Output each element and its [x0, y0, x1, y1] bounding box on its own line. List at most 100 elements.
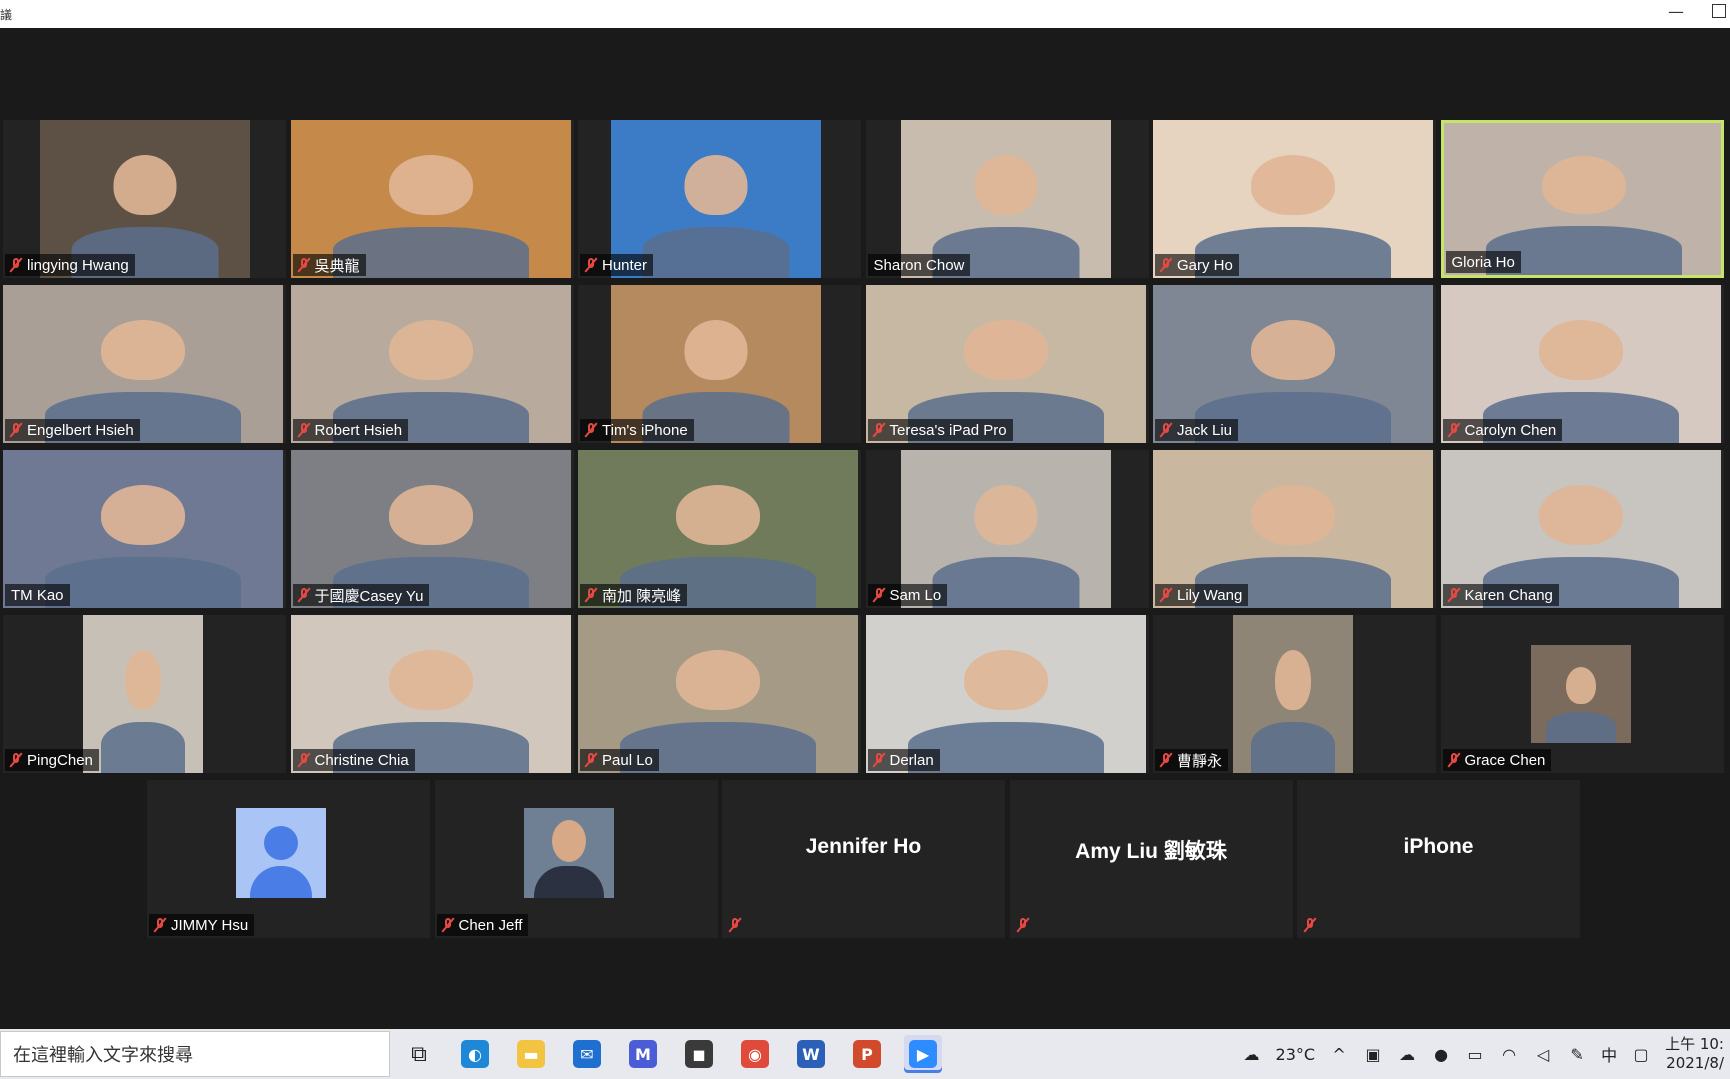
meet-icon[interactable]: ▣	[1363, 1043, 1383, 1065]
participant-tile[interactable]: Robert Hsieh	[290, 285, 574, 443]
participant-name: Gary Ho	[1177, 256, 1233, 274]
participant-tile[interactable]: lingying Hwang	[3, 120, 286, 278]
participant-nametag: Sharon Chow	[867, 254, 971, 276]
muted-mic-icon	[297, 752, 311, 768]
muted-mic-icon	[297, 257, 311, 273]
microphone-icon[interactable]: ●	[1431, 1043, 1451, 1065]
weather-icon[interactable]: ☁	[1242, 1043, 1262, 1065]
weather-temp[interactable]: 23°C	[1276, 1045, 1316, 1064]
participant-tile[interactable]: Engelbert Hsieh	[3, 285, 286, 443]
participant-nametag: TM Kao	[5, 584, 70, 606]
clock[interactable]: 上午 10: 2021/8/	[1665, 1035, 1724, 1073]
avatar-head-icon	[264, 826, 298, 860]
muted-mic-icon	[9, 257, 23, 273]
participant-face	[1251, 319, 1335, 380]
participant-tile[interactable]: 曹靜永	[1153, 615, 1436, 773]
participant-face	[1538, 484, 1623, 545]
taskbar-chrome-icon[interactable]: ◉	[736, 1035, 774, 1073]
participant-nametag: Gloria Ho	[1445, 251, 1521, 273]
photo-face	[551, 820, 586, 862]
participant-face	[113, 154, 177, 215]
taskbar-mail-icon[interactable]: ✉	[568, 1035, 606, 1073]
taskbar-app-m-icon[interactable]: M	[624, 1035, 662, 1073]
chevron-up-icon[interactable]: ^	[1329, 1043, 1349, 1065]
minimize-button[interactable]: —	[1668, 2, 1684, 21]
participant-tile[interactable]: Amy Liu 劉敏珠	[1009, 780, 1293, 938]
participant-face	[101, 484, 185, 545]
participant-face	[974, 484, 1037, 545]
muted-mic-icon	[872, 587, 886, 603]
participant-tile[interactable]: Gloria Ho	[1440, 120, 1724, 278]
participant-face	[676, 649, 760, 710]
participant-face	[101, 319, 185, 380]
wifi-icon[interactable]: ◠	[1499, 1043, 1519, 1065]
participant-tile[interactable]: Grace Chen	[1440, 615, 1724, 773]
taskbar-explorer-icon[interactable]: ▬	[512, 1035, 550, 1073]
participant-tile[interactable]: Tim's iPhone	[578, 285, 861, 443]
muted-mic-icon	[1303, 917, 1317, 933]
battery-icon[interactable]: ▭	[1465, 1043, 1485, 1065]
participant-tile[interactable]: Jennifer Ho	[722, 780, 1005, 938]
participant-face	[388, 484, 473, 545]
participant-nametag	[1012, 914, 1036, 936]
participant-tile[interactable]: Carolyn Chen	[1440, 285, 1724, 443]
profile-photo	[523, 808, 614, 898]
taskbar-store-icon[interactable]: ◼	[680, 1035, 718, 1073]
participant-tile[interactable]: Chen Jeff	[434, 780, 718, 938]
ime-mode-icon[interactable]: ▢	[1631, 1043, 1651, 1065]
participant-name: JIMMY Hsu	[171, 916, 249, 934]
participant-tile[interactable]: Karen Chang	[1440, 450, 1724, 608]
taskbar-powerpoint-icon[interactable]: P	[848, 1035, 886, 1073]
taskbar-zoom-icon[interactable]: ▶	[904, 1035, 942, 1073]
participant-name: Karen Chang	[1464, 586, 1553, 604]
mail-glyph: ✉	[573, 1040, 601, 1068]
participant-tile[interactable]: JIMMY Hsu	[147, 780, 430, 938]
participant-nametag: PingChen	[5, 749, 99, 771]
participant-nametag	[1299, 914, 1323, 936]
volume-icon[interactable]: ◁	[1533, 1043, 1553, 1065]
taskbar-edge-icon[interactable]: ◐	[456, 1035, 494, 1073]
participant-tile[interactable]: Christine Chia	[290, 615, 574, 773]
cloud-icon[interactable]: ☁	[1397, 1043, 1417, 1065]
participant-tile[interactable]: Paul Lo	[578, 615, 861, 773]
participant-face	[684, 319, 748, 380]
participant-tile[interactable]: PingChen	[3, 615, 286, 773]
participant-tile[interactable]: Teresa's iPad Pro	[865, 285, 1149, 443]
participant-name: 吳典龍	[314, 257, 360, 275]
participant-name: Sam Lo	[889, 586, 942, 604]
search-placeholder: 在這裡輸入文字來搜尋	[13, 1045, 193, 1066]
participant-tile[interactable]: Sam Lo	[865, 450, 1149, 608]
participant-tile[interactable]: Lily Wang	[1153, 450, 1436, 608]
taskbar-search-box[interactable]: 在這裡輸入文字來搜尋	[0, 1031, 390, 1077]
participant-tile[interactable]: 吳典龍	[290, 120, 574, 278]
participant-tile[interactable]: Sharon Chow	[865, 120, 1149, 278]
gallery-view: lingying Hwang 吳典龍 Hunter Sharon Chow Gary H…	[0, 28, 1730, 1029]
maximize-button[interactable]	[1712, 4, 1726, 18]
explorer-glyph: ▬	[517, 1040, 545, 1068]
participant-tile[interactable]: 南加 陳亮峰	[578, 450, 861, 608]
pen-icon[interactable]: ✎	[1567, 1043, 1587, 1065]
taskbar-taskview-icon[interactable]: ⧉	[400, 1035, 438, 1073]
participant-tile[interactable]: Gary Ho	[1153, 120, 1436, 278]
ime-indicator[interactable]: 中	[1601, 1042, 1617, 1066]
participant-tile[interactable]: Jack Liu	[1153, 285, 1436, 443]
participant-body	[1251, 722, 1335, 773]
participant-name: Engelbert Hsieh	[27, 421, 134, 439]
participant-nametag: Gary Ho	[1155, 254, 1239, 276]
window-title-bar: 議 —	[0, 0, 1730, 28]
participant-nametag: Sam Lo	[867, 584, 948, 606]
participant-display-name: Amy Liu 劉敏珠	[1075, 840, 1227, 863]
participant-tile[interactable]: 于國慶Casey Yu	[290, 450, 574, 608]
participant-nametag: Paul Lo	[580, 749, 659, 771]
participant-tile[interactable]: Hunter	[578, 120, 861, 278]
participant-nametag: Christine Chia	[292, 749, 415, 771]
participant-name: Paul Lo	[602, 751, 653, 769]
participant-tile[interactable]: iPhone	[1297, 780, 1580, 938]
participant-nametag: Grace Chen	[1442, 749, 1552, 771]
participant-tile[interactable]: Derlan	[865, 615, 1149, 773]
taskbar-word-icon[interactable]: W	[792, 1035, 830, 1073]
participant-tile[interactable]: TM Kao	[3, 450, 286, 608]
participant-name: Christine Chia	[314, 751, 409, 769]
muted-mic-icon	[584, 752, 598, 768]
taskbar: 在這裡輸入文字來搜尋 ⧉ ◐ ▬ ✉ M ◼ ◉ W P ▶ ☁ 23°C ^ ▣ ☁ ● ▭ ◠…	[0, 1029, 1730, 1079]
